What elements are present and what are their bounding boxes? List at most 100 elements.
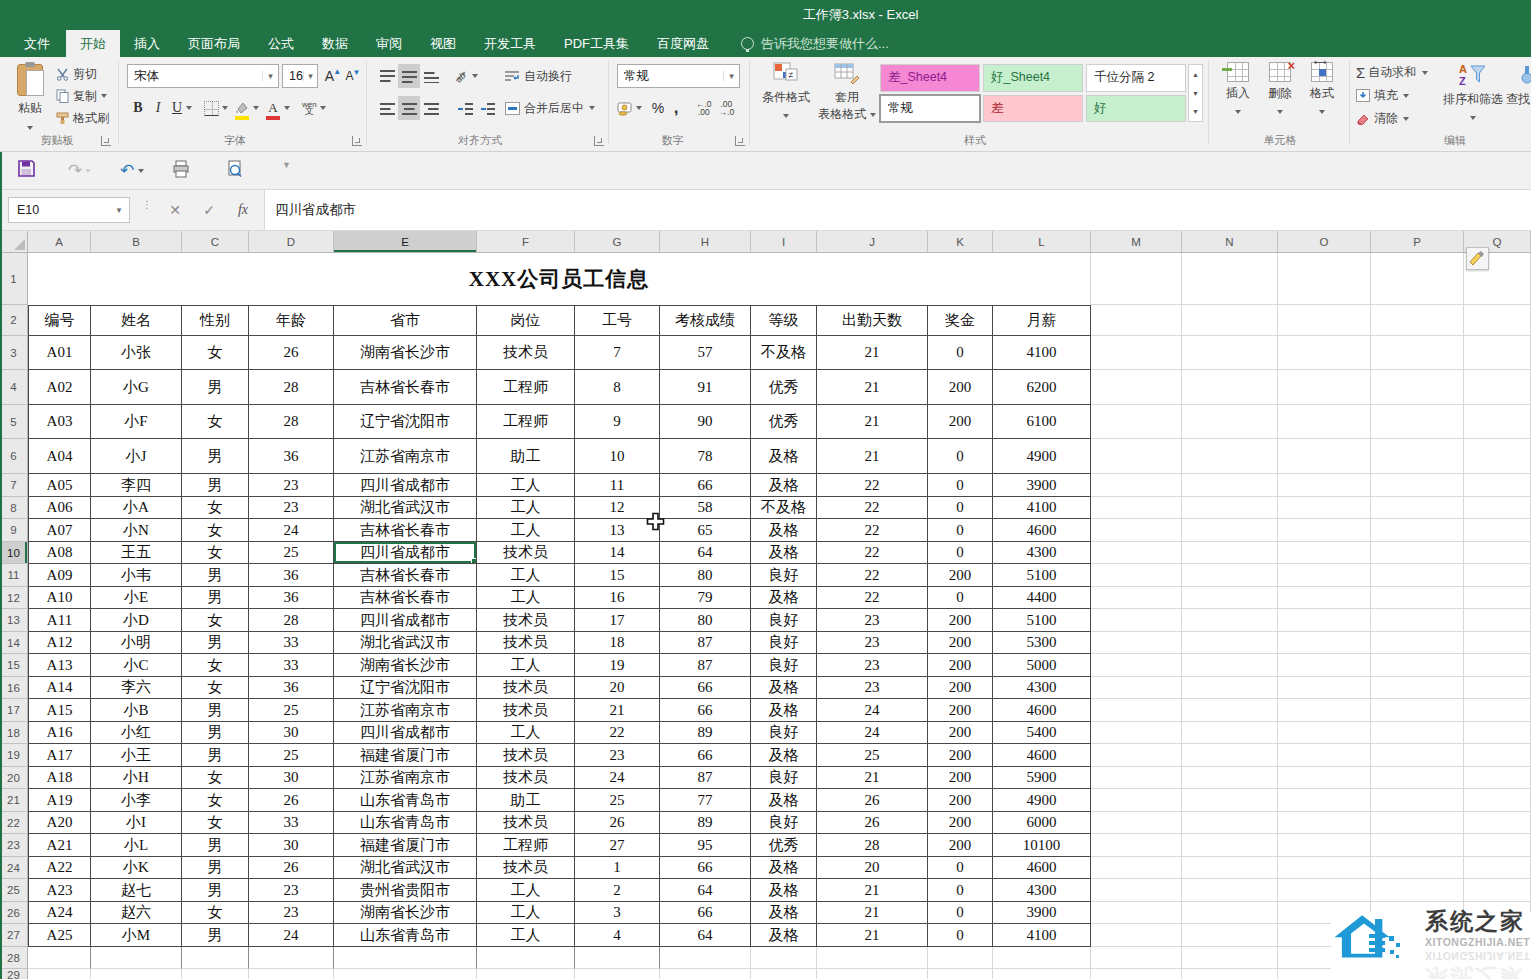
cell[interactable]: [477, 947, 575, 969]
cell[interactable]: [1182, 632, 1278, 654]
header-cell-编号[interactable]: 编号: [28, 305, 91, 336]
cell-E5[interactable]: 辽宁省沈阳市: [334, 405, 477, 439]
cell-F17[interactable]: 技术员: [477, 699, 575, 722]
cell[interactable]: [1278, 699, 1371, 722]
cell[interactable]: [334, 969, 477, 979]
decrease-decimal-button[interactable]: .00→.0: [719, 96, 735, 120]
grow-font-button[interactable]: A▲: [323, 64, 343, 88]
cell[interactable]: [1278, 609, 1371, 632]
cell-A17[interactable]: A15: [28, 699, 91, 722]
cell-D24[interactable]: 26: [249, 857, 334, 879]
cell[interactable]: [1182, 253, 1278, 305]
cell-B13[interactable]: 小D: [91, 609, 182, 632]
cell-A20[interactable]: A18: [28, 767, 91, 789]
cell[interactable]: [1091, 812, 1182, 834]
cell-G18[interactable]: 22: [575, 722, 660, 744]
cell-A11[interactable]: A09: [28, 564, 91, 587]
cell-K3[interactable]: 0: [928, 336, 993, 370]
cell[interactable]: [1278, 519, 1371, 542]
cell-C23[interactable]: 男: [182, 834, 249, 857]
cell-E24[interactable]: 湖北省武汉市: [334, 857, 477, 879]
row-header-26[interactable]: 26: [0, 902, 28, 924]
cell[interactable]: [1278, 370, 1371, 405]
cell-B14[interactable]: 小明: [91, 632, 182, 654]
cell-F19[interactable]: 技术员: [477, 744, 575, 767]
cell[interactable]: [182, 969, 249, 979]
cell[interactable]: [1371, 474, 1464, 497]
formula-input[interactable]: 四川省成都市: [264, 190, 1531, 230]
cell-B18[interactable]: 小红: [91, 722, 182, 744]
header-cell-考核成绩[interactable]: 考核成绩: [660, 305, 751, 336]
cell-B27[interactable]: 小M: [91, 924, 182, 947]
percent-style-button[interactable]: %: [648, 96, 668, 120]
cell[interactable]: [1091, 677, 1182, 699]
undo-button[interactable]: ↶: [120, 160, 144, 181]
column-header-H[interactable]: H: [660, 231, 751, 253]
phonetic-button[interactable]: wén 文: [302, 96, 317, 120]
underline-dropdown-arrow[interactable]: [186, 106, 192, 110]
cell-C12[interactable]: 男: [182, 587, 249, 609]
row-header-15[interactable]: 15: [0, 654, 28, 677]
cell-H17[interactable]: 66: [660, 699, 751, 722]
cell[interactable]: [1182, 812, 1278, 834]
cell-D18[interactable]: 30: [249, 722, 334, 744]
cell-E7[interactable]: 四川省成都市: [334, 474, 477, 497]
cell-B3[interactable]: 小张: [91, 336, 182, 370]
cell-E15[interactable]: 湖南省长沙市: [334, 654, 477, 677]
cell-H25[interactable]: 64: [660, 879, 751, 902]
find-select-button[interactable]: 查找: [1506, 62, 1531, 108]
cell[interactable]: [1464, 564, 1531, 587]
gallery-scroll-up-icon[interactable]: ▲: [1189, 65, 1202, 84]
print-preview-button[interactable]: [172, 160, 190, 178]
cell-K10[interactable]: 0: [928, 542, 993, 564]
cell[interactable]: [1182, 699, 1278, 722]
cell-H14[interactable]: 87: [660, 632, 751, 654]
cell-F13[interactable]: 技术员: [477, 609, 575, 632]
cell-E13[interactable]: 四川省成都市: [334, 609, 477, 632]
cell-H26[interactable]: 66: [660, 902, 751, 924]
cell[interactable]: [1464, 677, 1531, 699]
cell[interactable]: [1371, 767, 1464, 789]
cell[interactable]: [1278, 677, 1371, 699]
font-dialog-launcher[interactable]: [352, 136, 362, 146]
cell-L22[interactable]: 6000: [993, 812, 1091, 834]
cell-L3[interactable]: 4100: [993, 336, 1091, 370]
cell-A13[interactable]: A11: [28, 609, 91, 632]
row-header-20[interactable]: 20: [0, 767, 28, 789]
cell-J14[interactable]: 23: [817, 632, 928, 654]
row-header-29[interactable]: 29: [0, 969, 28, 979]
column-header-B[interactable]: B: [91, 231, 182, 253]
cell[interactable]: [1091, 609, 1182, 632]
cell[interactable]: [1091, 789, 1182, 812]
cell[interactable]: [1091, 857, 1182, 879]
cell-B6[interactable]: 小J: [91, 439, 182, 474]
cell-L19[interactable]: 4600: [993, 744, 1091, 767]
sort-dropdown-arrow[interactable]: [1470, 116, 1476, 120]
cell[interactable]: [1371, 654, 1464, 677]
column-header-A[interactable]: A: [28, 231, 91, 253]
cell-D7[interactable]: 23: [249, 474, 334, 497]
orientation-dropdown-arrow[interactable]: [472, 74, 478, 78]
cell-K23[interactable]: 200: [928, 834, 993, 857]
cell-D8[interactable]: 23: [249, 497, 334, 519]
cell-J10[interactable]: 22: [817, 542, 928, 564]
cell-G14[interactable]: 18: [575, 632, 660, 654]
cell-L26[interactable]: 3900: [993, 902, 1091, 924]
cell[interactable]: [1278, 744, 1371, 767]
cell-L18[interactable]: 5400: [993, 722, 1091, 744]
tab-9[interactable]: 百度网盘: [643, 30, 723, 57]
tab-7[interactable]: 开发工具: [470, 30, 550, 57]
cell-L23[interactable]: 10100: [993, 834, 1091, 857]
cell-D20[interactable]: 30: [249, 767, 334, 789]
cell-H24[interactable]: 66: [660, 857, 751, 879]
cell-D6[interactable]: 36: [249, 439, 334, 474]
cell-E18[interactable]: 四川省成都市: [334, 722, 477, 744]
cell-E4[interactable]: 吉林省长春市: [334, 370, 477, 405]
conditional-dropdown-arrow[interactable]: [783, 114, 789, 118]
cell-A5[interactable]: A03: [28, 405, 91, 439]
cell[interactable]: [1182, 834, 1278, 857]
cell[interactable]: [1278, 405, 1371, 439]
cell[interactable]: [1278, 336, 1371, 370]
cell-J8[interactable]: 22: [817, 497, 928, 519]
formula-bar-resize-dots[interactable]: ⋮: [142, 202, 145, 218]
